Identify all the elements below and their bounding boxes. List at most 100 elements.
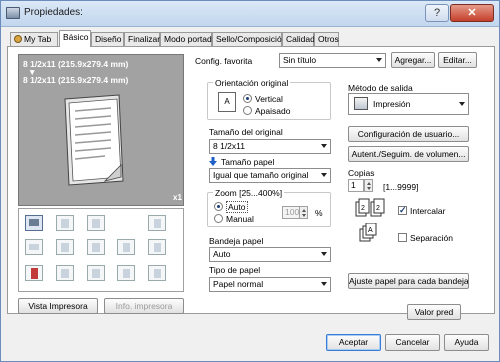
output-method-value: Impresión bbox=[373, 99, 411, 109]
edit-favorite-button[interactable]: Editar... bbox=[438, 52, 477, 68]
collate-icon: 2 2 bbox=[355, 198, 385, 217]
chevron-down-icon bbox=[321, 252, 327, 256]
calculator-icon bbox=[25, 265, 43, 281]
paper-size-label: Tamaño papel bbox=[221, 157, 275, 167]
paper-tray-select[interactable]: Auto bbox=[209, 247, 331, 262]
page-preview-icon bbox=[64, 94, 124, 186]
tab-my-tab[interactable]: My Tab bbox=[10, 32, 58, 46]
user-auth-icon bbox=[56, 265, 74, 281]
svg-text:2: 2 bbox=[376, 205, 380, 212]
separation-label: Separación bbox=[410, 233, 454, 243]
function-icons-panel bbox=[18, 208, 184, 292]
orientation-horizontal-radio[interactable] bbox=[243, 106, 252, 115]
pages-icon bbox=[56, 215, 74, 231]
zoom-spinner[interactable] bbox=[299, 206, 308, 219]
tab-modo-portada[interactable]: Modo portada bbox=[160, 32, 216, 46]
tab-sello-composicion[interactable]: Sello/Composición bbox=[212, 32, 286, 46]
tab-basico[interactable]: Básico bbox=[59, 30, 91, 47]
orientation-vertical-label: Vertical bbox=[255, 94, 283, 104]
user-icon bbox=[14, 35, 22, 43]
copies-label: Copias bbox=[348, 168, 375, 178]
zoom-unit: % bbox=[315, 208, 323, 218]
original-size-label: Tamaño del original bbox=[209, 127, 283, 137]
layout-icon bbox=[56, 239, 74, 255]
preview-original-size: 8 1/2x11 (215.9x279.4 mm) bbox=[23, 59, 129, 69]
paper-type-select[interactable]: Papel normal bbox=[209, 277, 331, 292]
orientation-vertical-radio[interactable] bbox=[243, 94, 252, 103]
zoom-value-input[interactable]: 100 bbox=[282, 206, 300, 219]
help-caption-button[interactable]: ? bbox=[425, 4, 449, 22]
tab-label: Diseño bbox=[95, 34, 122, 44]
zoom-manual-label: Manual bbox=[226, 214, 254, 224]
separation-checkbox[interactable] bbox=[398, 233, 407, 242]
overlay-icon bbox=[148, 265, 166, 281]
zoom-auto-radio[interactable] bbox=[214, 202, 223, 211]
punch-icon bbox=[117, 239, 135, 255]
paper-type-value: Papel normal bbox=[213, 279, 264, 289]
tab-label: Modo portada bbox=[164, 34, 217, 44]
add-favorite-button[interactable]: Agregar... bbox=[391, 52, 435, 68]
print-icon bbox=[25, 215, 43, 231]
tab-label: Otros bbox=[318, 34, 339, 44]
paper-size-select[interactable]: Igual que tamaño original bbox=[209, 168, 331, 183]
fold-icon bbox=[148, 239, 166, 255]
document-icon bbox=[87, 265, 105, 281]
help-button[interactable]: Ayuda bbox=[444, 334, 489, 351]
user-settings-button[interactable]: Configuración de usuario... bbox=[348, 126, 469, 142]
properties-window: Propiedades: ? ✕ My Tab Básico Diseño Fi… bbox=[0, 0, 500, 362]
zoom-manual-radio[interactable] bbox=[214, 214, 223, 223]
collate-checkbox[interactable] bbox=[398, 205, 407, 216]
ok-button[interactable]: Aceptar bbox=[326, 334, 381, 351]
copies-badge: x1 bbox=[173, 193, 182, 202]
favorites-select[interactable]: Sin título bbox=[279, 53, 386, 68]
cover-icon bbox=[117, 265, 135, 281]
printer-info-button[interactable]: Info. impresora bbox=[104, 298, 184, 314]
copies-spinner[interactable] bbox=[364, 179, 373, 192]
original-size-select[interactable]: 8 1/2x11 bbox=[209, 139, 331, 154]
cancel-button[interactable]: Cancelar bbox=[385, 334, 440, 351]
tab-label: Finalizar bbox=[128, 34, 161, 44]
paper-preview: 8 1/2x11 (215.9x279.4 mm) ▼ 8 1/2x11 (21… bbox=[18, 54, 184, 206]
chevron-down-icon bbox=[321, 144, 327, 148]
copies-input[interactable]: 1 bbox=[348, 179, 364, 192]
window-title: Propiedades: bbox=[24, 7, 83, 18]
orientation-title: Orientación original bbox=[213, 78, 291, 88]
tab-label: My Tab bbox=[24, 34, 52, 44]
chevron-down-icon bbox=[376, 58, 382, 62]
separation-icon: A bbox=[359, 223, 377, 242]
svg-text:2: 2 bbox=[361, 205, 365, 212]
chevron-down-icon bbox=[459, 102, 465, 106]
title-bar: Propiedades: ? ✕ bbox=[1, 1, 499, 27]
adjust-paper-tray-button[interactable]: Ajuste papel para cada bandeja... bbox=[348, 273, 469, 289]
tab-otros[interactable]: Otros bbox=[314, 32, 339, 46]
svg-text:A: A bbox=[368, 227, 373, 234]
booklet-icon bbox=[25, 239, 43, 255]
tab-finalizar[interactable]: Finalizar bbox=[124, 32, 160, 46]
orientation-horizontal-label: Apaisado bbox=[255, 106, 291, 116]
zoom-auto-label: Auto bbox=[226, 201, 248, 213]
output-method-select[interactable]: Impresión bbox=[348, 93, 469, 115]
chevron-down-icon bbox=[321, 173, 327, 177]
paper-tray-label: Bandeja papel bbox=[209, 236, 264, 246]
close-icon[interactable]: ✕ bbox=[450, 4, 494, 22]
favorites-value: Sin título bbox=[283, 55, 317, 65]
tab-label: Básico bbox=[63, 32, 89, 42]
tab-diseno[interactable]: Diseño bbox=[91, 32, 124, 46]
printer-icon bbox=[354, 97, 368, 110]
collate-label: Intercalar bbox=[410, 206, 446, 216]
font-icon bbox=[87, 239, 105, 255]
copy-icon bbox=[87, 215, 105, 231]
tab-calidad[interactable]: Calidad bbox=[282, 32, 315, 46]
printer-view-button[interactable]: Vista Impresora bbox=[18, 298, 98, 314]
printer-app-icon bbox=[6, 7, 20, 19]
stamp-icon bbox=[148, 215, 166, 231]
portrait-page-icon: A bbox=[218, 92, 236, 112]
tab-label: Sello/Composición bbox=[216, 34, 287, 44]
output-method-label: Método de salida bbox=[348, 83, 413, 93]
zoom-title: Zoom [25...400%] bbox=[213, 188, 285, 198]
default-values-button[interactable]: Valor pred bbox=[407, 304, 461, 320]
authentication-button[interactable]: Autent./Seguim. de volumen... bbox=[348, 146, 469, 162]
tab-label: Calidad bbox=[286, 34, 315, 44]
paper-type-label: Tipo de papel bbox=[209, 265, 261, 275]
favorites-label: Config. favorita bbox=[195, 56, 253, 66]
